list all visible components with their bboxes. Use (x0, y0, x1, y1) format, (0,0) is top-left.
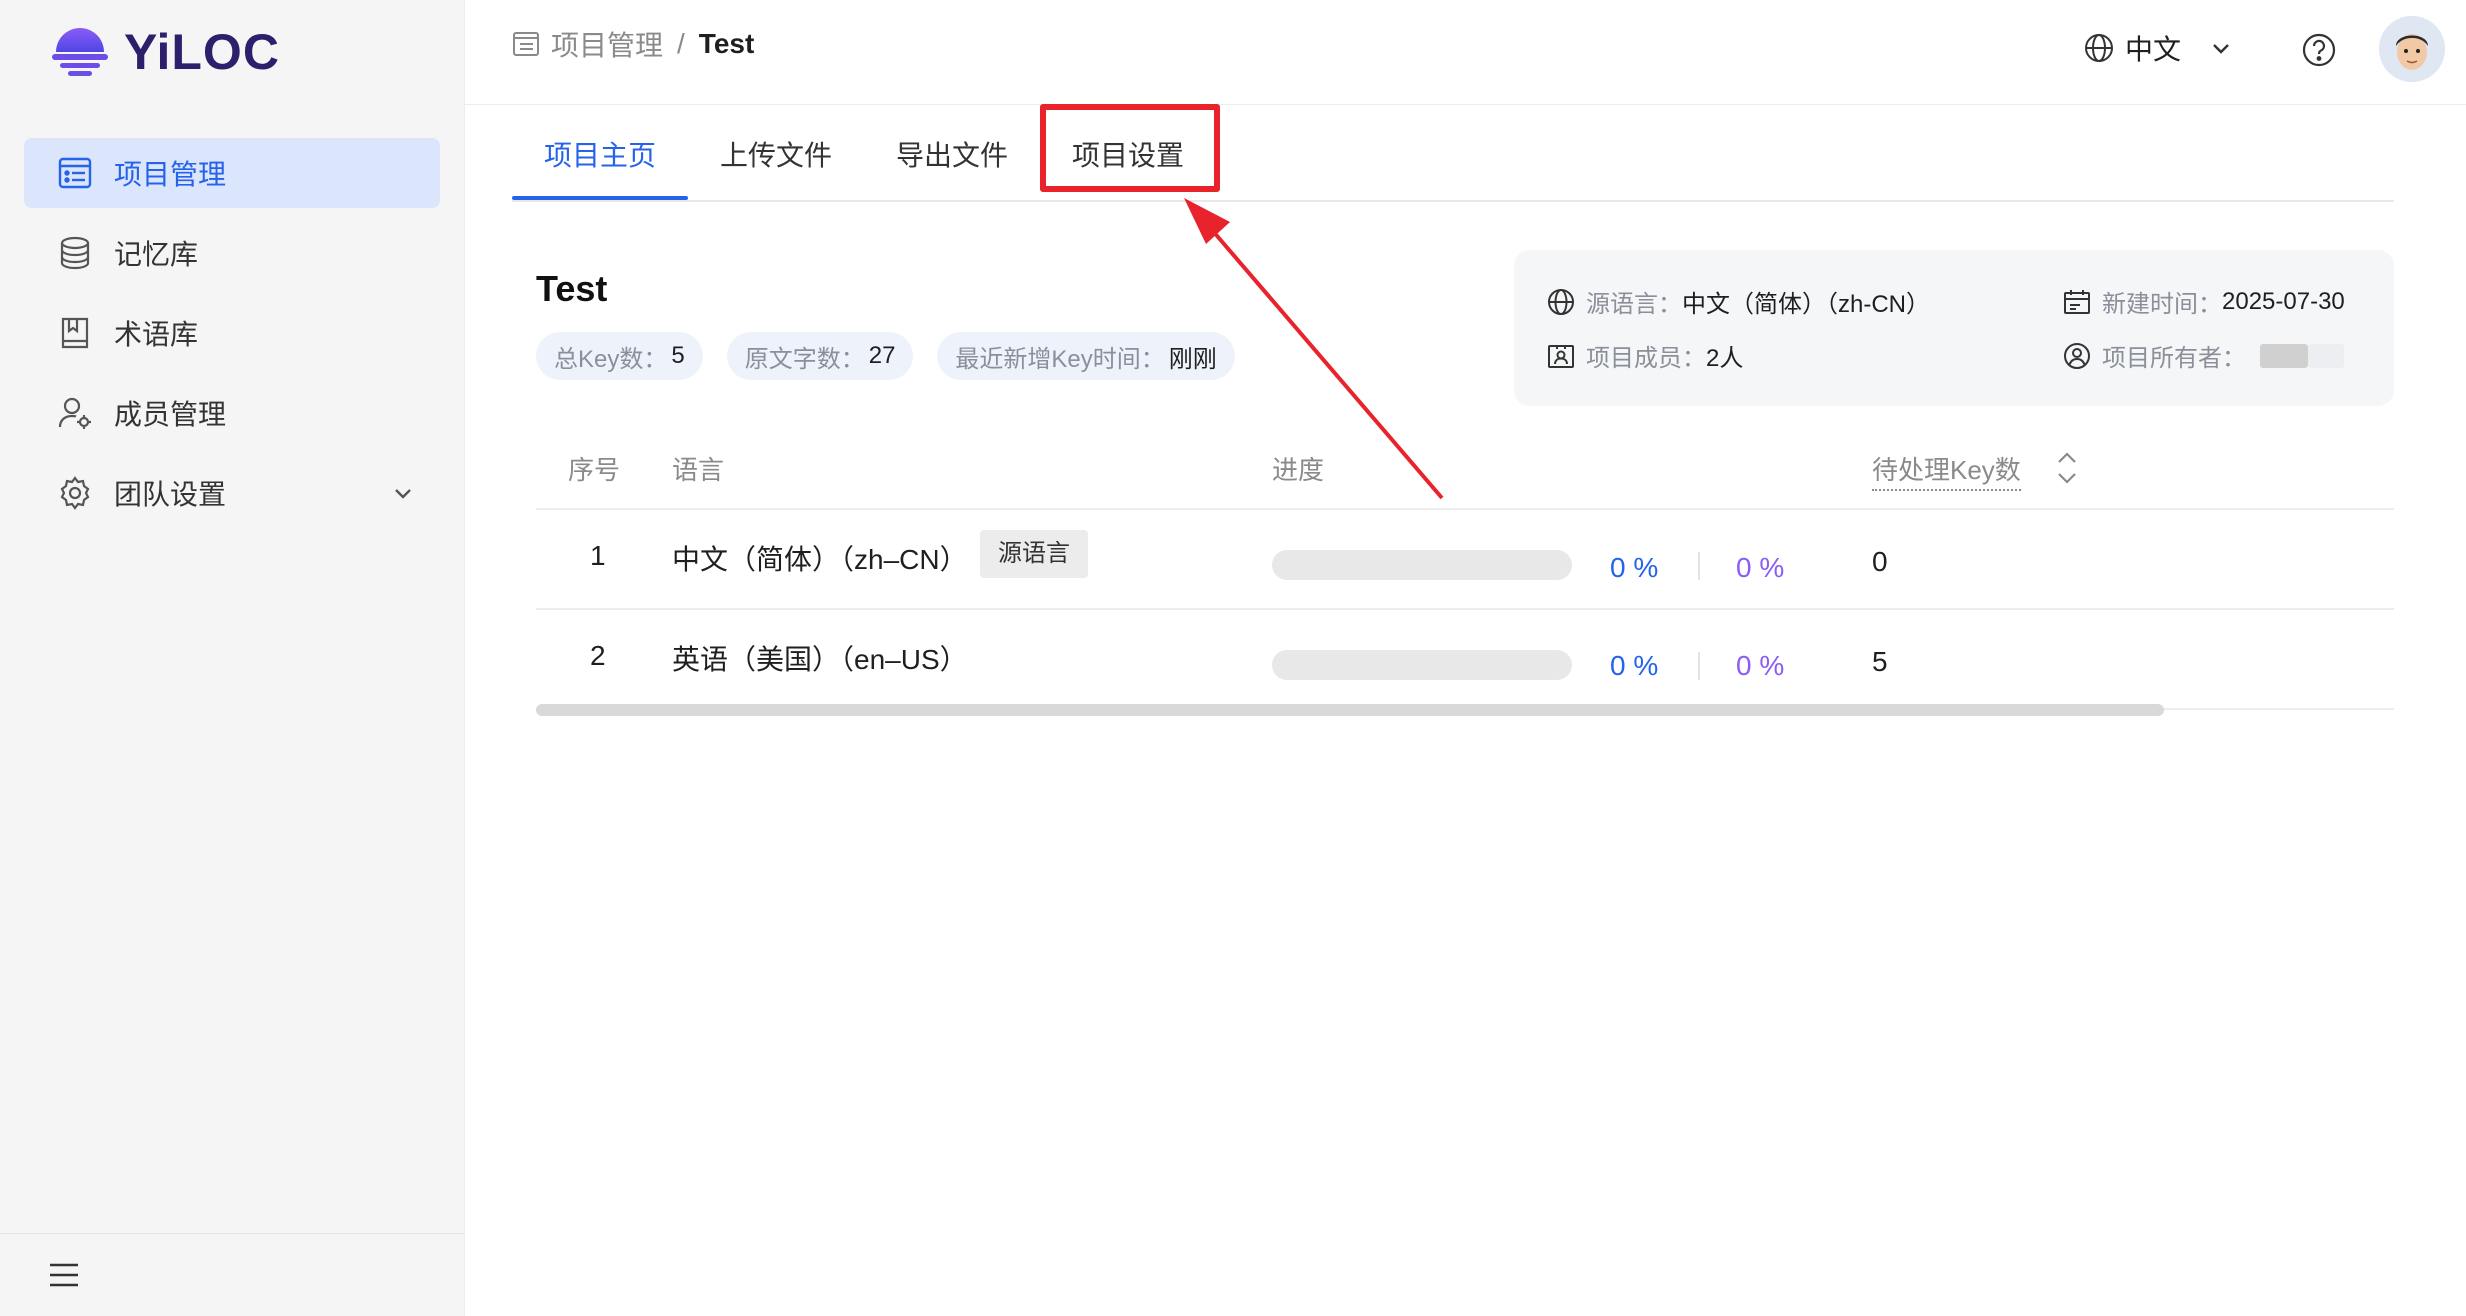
stat-value: 刚刚 (1168, 345, 1217, 373)
info-label: 源语言： (1586, 291, 1682, 318)
table-row[interactable]: 2 英语（美国）（en–US） 0 % 0 % 5 (536, 610, 2394, 710)
tab-project-home[interactable]: 项目主页 (544, 134, 656, 174)
database-icon (56, 234, 94, 272)
progress-percent-b: 0 % (1736, 650, 1785, 681)
pending-keys-count: 5 (1872, 646, 1888, 677)
stat-label: 原文字数： (744, 345, 865, 373)
row-index: 1 (590, 540, 606, 571)
book-icon (56, 314, 94, 352)
table-row[interactable]: 1 中文（简体）（zh–CN） 源语言 0 % 0 % 0 (536, 510, 2394, 610)
progress-percent-a: 0 % (1610, 650, 1659, 681)
stat-label: 最近新增Key时间： (955, 345, 1165, 373)
progress-divider (1698, 552, 1700, 580)
progress-divider (1698, 652, 1700, 680)
help-icon[interactable] (2301, 32, 2337, 68)
info-created-time: 新建时间： 2025-07-30 (2062, 284, 2345, 319)
info-members: 项目成员： 2人 (1546, 338, 1743, 373)
info-label: 项目成员： (1586, 345, 1706, 372)
sidebar-item-label: 成员管理 (114, 399, 227, 430)
calendar-icon (2064, 289, 2090, 314)
tab-upload-files[interactable]: 上传文件 (720, 134, 832, 174)
logo-icon (52, 28, 108, 76)
tab-export-files[interactable]: 导出文件 (896, 134, 1008, 174)
user-avatar[interactable] (2379, 16, 2445, 82)
sidebar-nav: 项目管理 记忆库 术语库 成员管理 团队设置 (24, 138, 440, 538)
language-label: 中文 (2125, 34, 2182, 65)
user-circle-icon (2064, 342, 2090, 369)
folder-list-icon (513, 32, 539, 56)
hamburger-menu-icon[interactable] (48, 1260, 80, 1290)
col-language: 语言 (672, 455, 725, 485)
breadcrumb-separator: / (677, 28, 685, 59)
sidebar-item-label: 项目管理 (114, 159, 227, 190)
info-value: 中文（简体）（zh-CN） (1682, 291, 1931, 318)
sidebar-item-members[interactable]: 成员管理 (24, 378, 440, 448)
owner-name-redacted (2260, 343, 2308, 368)
top-header: 项目管理 / Test 中文 (465, 0, 2466, 105)
stat-value: 27 (868, 342, 896, 369)
sidebar: YiLOC 项目管理 记忆库 术语库 成员管理 团队设置 (0, 0, 465, 1316)
stat-word-count: 原文字数： 27 (726, 332, 914, 380)
owner-name-redacted-pad (2308, 343, 2344, 368)
info-label: 项目所有者： (2102, 345, 2246, 372)
breadcrumb-current: Test (698, 28, 755, 59)
table-header: 序号 语言 进度 待处理Key数 (536, 436, 2394, 510)
globe-icon (2085, 34, 2113, 62)
row-index: 2 (590, 640, 606, 671)
sidebar-item-memory[interactable]: 记忆库 (24, 218, 440, 288)
chevron-down-icon (2213, 44, 2229, 54)
logo-text: YiLOC (124, 24, 280, 80)
id-card-icon (1548, 344, 1574, 368)
sidebar-item-label: 术语库 (114, 319, 199, 350)
progress-bar (1272, 650, 1572, 680)
sidebar-item-label: 团队设置 (114, 479, 227, 510)
progress-percent-b: 0 % (1736, 552, 1785, 583)
col-pending-keys[interactable]: 待处理Key数 (1872, 450, 2021, 491)
pending-keys-count: 0 (1872, 546, 1888, 577)
stat-label: 总Key数： (554, 345, 668, 373)
col-index: 序号 (568, 455, 621, 485)
project-title: Test (536, 268, 608, 309)
sidebar-item-label: 记忆库 (114, 239, 199, 270)
user-settings-icon (56, 394, 94, 432)
progress-bar (1272, 550, 1572, 580)
chevron-down-icon[interactable] (390, 480, 416, 506)
info-source-language: 源语言： 中文（简体）（zh-CN） (1546, 284, 1930, 319)
gear-icon (56, 474, 94, 512)
project-stats: 总Key数： 5 原文字数： 27 最近新增Key时间： 刚刚 (536, 332, 1259, 380)
sidebar-footer (0, 1233, 464, 1316)
info-value: 2人 (1706, 345, 1744, 372)
highlight-box (1040, 104, 1220, 192)
breadcrumb: 项目管理 / Test (511, 24, 754, 64)
progress-percent-a: 0 % (1610, 552, 1659, 583)
language-switcher[interactable]: 中文 (2083, 28, 2233, 68)
row-language: 英语（美国）（en–US） (672, 644, 968, 675)
info-label: 新建时间： (2102, 291, 2222, 318)
col-progress: 进度 (1272, 455, 1325, 485)
project-info-card: 源语言： 中文（简体）（zh-CN） 项目成员： 2人 新建时间： 2025-0… (1514, 250, 2394, 406)
info-owner: 项目所有者： (2062, 338, 2344, 373)
row-language: 中文（简体）（zh–CN） (672, 544, 968, 575)
project-tabs: 项目主页 上传文件 导出文件 项目设置 (512, 104, 2394, 202)
sidebar-item-project-management[interactable]: 项目管理 (24, 138, 440, 208)
languages-table: 序号 语言 进度 待处理Key数 1 中文（简体）（zh–CN） 源语言 0 %… (536, 436, 2394, 710)
stat-total-keys: 总Key数： 5 (536, 332, 703, 380)
project-list-icon (56, 154, 94, 192)
globe-icon (1548, 288, 1574, 315)
breadcrumb-parent[interactable]: 项目管理 (551, 24, 663, 64)
sidebar-item-glossary[interactable]: 术语库 (24, 298, 440, 368)
sidebar-item-team-settings[interactable]: 团队设置 (24, 458, 440, 528)
stat-value: 5 (671, 342, 685, 369)
logo[interactable]: YiLOC (50, 22, 280, 82)
stat-last-key-time: 最近新增Key时间： 刚刚 (937, 332, 1235, 380)
horizontal-scrollbar[interactable] (536, 704, 2164, 716)
info-value: 2025-07-30 (2222, 287, 2345, 315)
active-tab-indicator (512, 196, 688, 200)
sort-icon[interactable] (2054, 446, 2080, 490)
source-language-tag: 源语言 (980, 530, 1088, 578)
